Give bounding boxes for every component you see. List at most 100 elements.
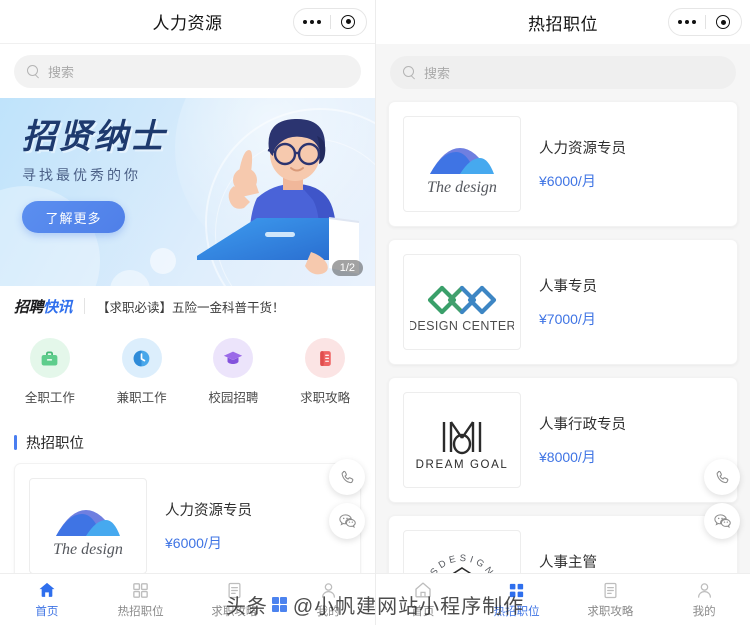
banner-cta-button[interactable]: 了解更多	[22, 201, 125, 233]
home-icon	[39, 582, 55, 597]
capsule-more-button[interactable]	[294, 9, 330, 35]
wechat-icon	[713, 513, 731, 528]
job-card[interactable]: The design 人力资源专员 ¥6000/月	[388, 101, 738, 227]
banner-illustration	[197, 118, 360, 275]
the-design-logo-icon: The design	[427, 148, 497, 196]
more-dots-icon	[677, 20, 696, 24]
tab-profile[interactable]: 我的	[281, 574, 375, 625]
banner-subtitle: 寻找最优秀的你	[22, 167, 141, 183]
section-accent-bar	[14, 435, 17, 450]
news-logo: 招聘快讯	[14, 296, 73, 317]
document-icon	[305, 338, 346, 378]
job-title: 人事行政专员	[539, 417, 626, 433]
quick-link-label: 兼职工作	[116, 391, 167, 405]
dream-goal-logo-icon: DREAM GOAL	[416, 421, 509, 471]
svg-text:The design: The design	[427, 179, 497, 196]
section-header-hot-jobs: 热招职位	[0, 420, 375, 463]
target-circle-icon	[341, 14, 356, 29]
wechat-icon	[338, 513, 356, 528]
tab-home[interactable]: 首页	[0, 574, 94, 625]
job-title: 人力资源专员	[539, 141, 626, 157]
page-title: 人力资源	[152, 14, 223, 33]
left-floating-actions	[329, 459, 365, 539]
tab-hot-jobs[interactable]: 热招职位	[94, 574, 188, 625]
banner-dot-decor-1	[150, 248, 176, 274]
phone-fab-button[interactable]	[704, 459, 740, 495]
right-phone-screen: 热招职位 搜索 The design 人力资源专员 ¥6000/月 DESIGN…	[375, 0, 750, 625]
dual-screenshot-stage: 人力资源 搜索 招贤纳士 寻找最优秀的你 了解更多 1/2 招聘快讯 【求职必读…	[0, 0, 750, 625]
search-placeholder: 搜索	[424, 66, 451, 81]
tab-label: 我的	[316, 605, 340, 618]
search-input[interactable]: 搜索	[14, 55, 361, 88]
design-center-logo-icon: DESIGN CENTER	[410, 285, 514, 333]
capsule-close-button[interactable]	[706, 9, 742, 35]
phone-fab-button[interactable]	[329, 459, 365, 495]
news-logo-dark: 招聘	[14, 298, 44, 316]
capsule-more-button[interactable]	[669, 9, 705, 35]
quick-link-label: 校园招聘	[208, 391, 259, 405]
news-headline[interactable]: 【求职必读】五险一金科普干货！	[97, 297, 285, 316]
briefcase-icon	[29, 338, 70, 378]
job-info: 人事行政专员 ¥8000/月	[539, 413, 626, 467]
quick-link-fulltime[interactable]: 全职工作	[4, 338, 96, 406]
job-info: 人事专员 ¥7000/月	[539, 275, 597, 329]
company-logo: DREAM GOAL	[403, 392, 521, 488]
search-icon	[27, 65, 40, 78]
news-logo-blue: 快讯	[43, 298, 73, 316]
quick-link-label: 全职工作	[24, 391, 75, 405]
capsule-close-button[interactable]	[331, 9, 367, 35]
wechat-fab-button[interactable]	[329, 503, 365, 539]
tab-label: 首页	[411, 606, 435, 618]
right-floating-actions	[704, 459, 740, 539]
person-icon	[697, 582, 711, 598]
job-title: 人力资源专员	[165, 503, 252, 519]
target-circle-icon	[716, 15, 731, 29]
quick-link-campus[interactable]: 校园招聘	[188, 338, 280, 406]
phone-icon	[716, 470, 728, 483]
section-title: 热招职位	[26, 436, 84, 452]
miniprogram-capsule[interactable]	[668, 8, 742, 36]
graduation-cap-icon	[213, 338, 254, 378]
phone-icon	[341, 470, 353, 483]
left-search-area: 搜索	[0, 44, 375, 98]
left-phone-screen: 人力资源 搜索 招贤纳士 寻找最优秀的你 了解更多 1/2 招聘快讯 【求职必读…	[0, 0, 375, 625]
search-icon	[403, 66, 416, 79]
miniprogram-capsule[interactable]	[293, 7, 367, 36]
tab-job-guide[interactable]: 求职攻略	[188, 574, 282, 625]
job-salary: ¥6000/月	[539, 173, 596, 189]
quick-link-guide[interactable]: 求职攻略	[279, 338, 371, 406]
news-ticker[interactable]: 招聘快讯 【求职必读】五险一金科普干货！	[0, 286, 375, 326]
hero-banner[interactable]: 招贤纳士 寻找最优秀的你 了解更多 1/2	[0, 98, 375, 286]
banner-copy: 招贤纳士 寻找最优秀的你 了解更多	[22, 120, 166, 233]
left-tabbar: 首页 热招职位 求职攻略 我的	[0, 573, 375, 625]
right-tabbar: 首页 热招职位 求职攻略 我的	[376, 573, 750, 625]
job-card[interactable]: DESIGN CENTER 人事专员 ¥7000/月	[388, 239, 738, 365]
page-title: 热招职位	[528, 14, 598, 34]
grid-icon	[133, 582, 148, 598]
company-logo: The design	[403, 116, 521, 212]
job-info: 人力资源专员 ¥6000/月	[539, 137, 626, 191]
tab-label: 求职攻略	[211, 605, 258, 618]
person-icon	[321, 582, 335, 598]
banner-title: 招贤纳士	[22, 118, 166, 156]
job-salary: ¥6000/月	[165, 535, 222, 551]
tab-label: 求职攻略	[587, 605, 634, 618]
wechat-fab-button[interactable]	[704, 503, 740, 539]
tab-profile[interactable]: 我的	[657, 574, 750, 625]
search-input[interactable]: 搜索	[390, 56, 736, 89]
quick-link-parttime[interactable]: 兼职工作	[96, 338, 188, 406]
banner-dot-decor-2	[110, 270, 150, 286]
tab-hot-jobs[interactable]: 热招职位	[470, 574, 564, 625]
right-job-list: The design 人力资源专员 ¥6000/月 DESIGN CENTER …	[376, 101, 750, 625]
right-search-area: 搜索	[376, 44, 750, 101]
right-navbar: 热招职位	[376, 0, 750, 44]
home-icon	[415, 582, 431, 598]
job-card[interactable]: The design 人力资源专员 ¥6000/月	[14, 463, 361, 589]
svg-text:DREAM GOAL: DREAM GOAL	[416, 459, 509, 471]
job-title: 人事专员	[539, 279, 597, 295]
news-divider	[84, 298, 86, 314]
tab-job-guide[interactable]: 求职攻略	[564, 574, 658, 625]
job-card[interactable]: DREAM GOAL 人事行政专员 ¥8000/月	[388, 377, 738, 503]
tab-home[interactable]: 首页	[376, 574, 470, 625]
grid-icon	[509, 583, 524, 597]
